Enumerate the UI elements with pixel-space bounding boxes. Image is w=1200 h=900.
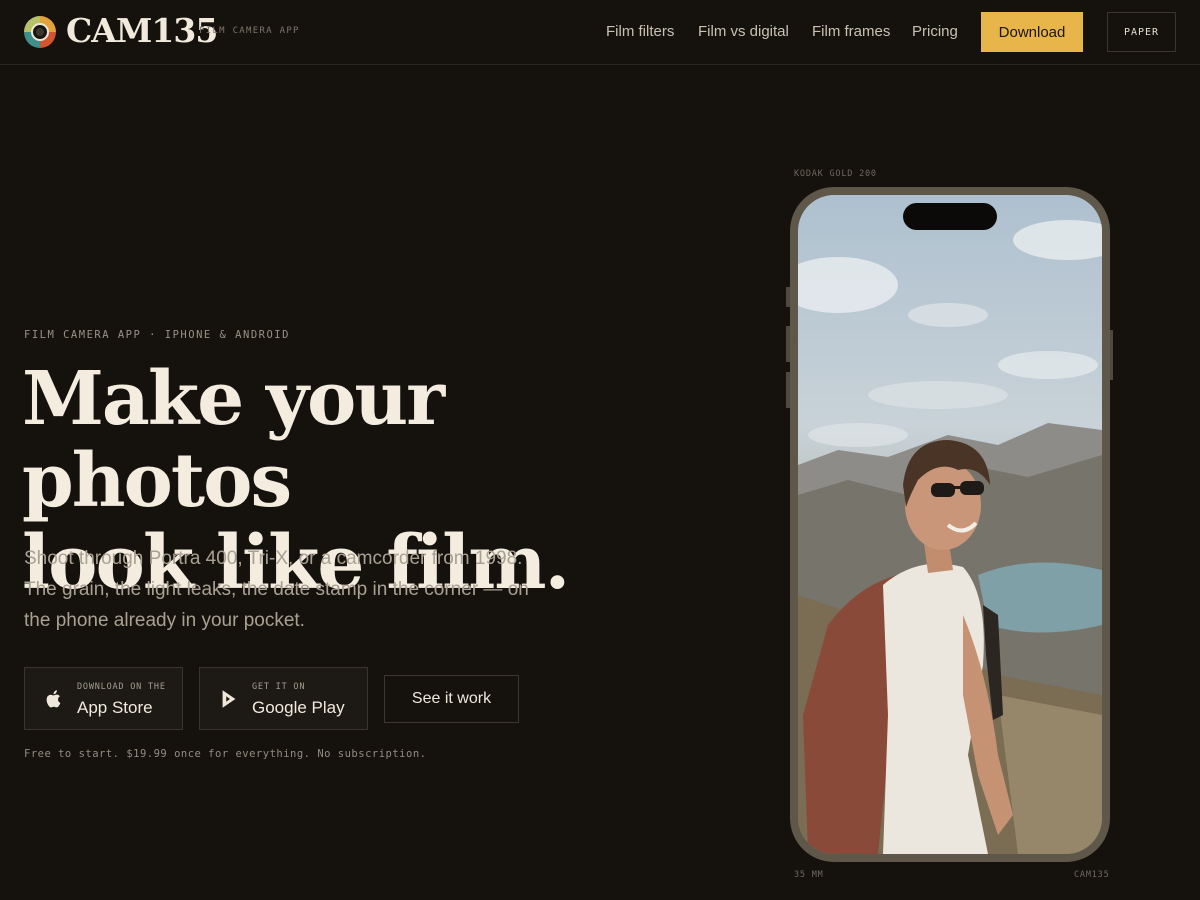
film-stock-caption: KODAK GOLD 200	[794, 169, 877, 179]
pricing-note: Free to start. $19.99 once for everythin…	[24, 748, 427, 760]
app-store-small-label: DOWNLOAD ON THE	[77, 682, 166, 692]
site-header: CAM135 FILM CAMERA APP Film filters Film…	[0, 0, 1200, 65]
google-play-label: Google Play	[252, 698, 345, 717]
google-play-small-label: GET IT ON	[252, 682, 306, 692]
nav-film-frames[interactable]: Film frames	[812, 23, 890, 40]
sample-film-photo	[798, 195, 1102, 854]
nav-film-filters[interactable]: Film filters	[606, 23, 674, 40]
paper-theme-button[interactable]: PAPER	[1107, 12, 1176, 52]
see-it-work-button[interactable]: See it work	[384, 675, 519, 723]
download-button[interactable]: Download	[981, 12, 1083, 52]
google-play-button[interactable]: GET IT ON Google Play	[199, 667, 368, 730]
photo-illustration	[798, 220, 1102, 854]
hero-eyebrow: FILM CAMERA APP · IPHONE & ANDROID	[24, 329, 290, 341]
brand-caption: CAM135	[1074, 870, 1110, 880]
camera-logo-icon[interactable]	[24, 16, 56, 48]
headline-line-1: Make your photos	[22, 356, 445, 524]
dynamic-island	[903, 203, 997, 230]
brand-tagline: FILM CAMERA APP	[199, 26, 300, 36]
nav-film-vs-digital[interactable]: Film vs digital	[698, 23, 789, 40]
format-caption: 35 MM	[794, 870, 824, 880]
app-store-button[interactable]: DOWNLOAD ON THE App Store	[24, 667, 183, 730]
brand-name[interactable]: CAM135	[66, 11, 218, 50]
app-store-label: App Store	[77, 698, 153, 717]
hero-subtext: Shoot through Portra 400, Tri-X, or a ca…	[24, 548, 529, 631]
apple-icon	[46, 690, 61, 708]
play-icon	[222, 690, 236, 708]
phone-mockup	[790, 187, 1110, 862]
nav-pricing[interactable]: Pricing	[912, 23, 958, 40]
